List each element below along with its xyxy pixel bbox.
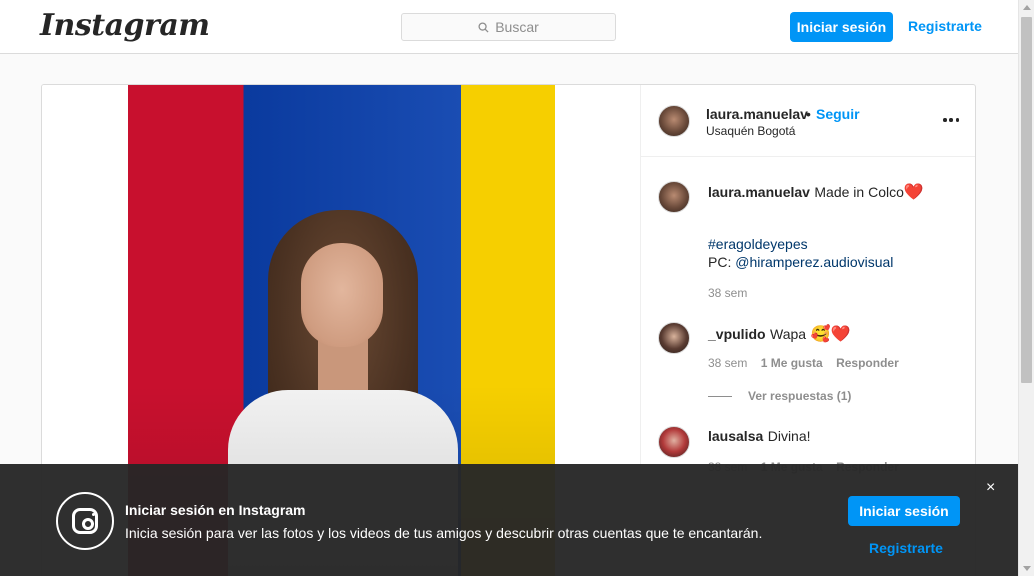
- search-placeholder: Buscar: [495, 19, 539, 35]
- register-link[interactable]: Registrarte: [908, 18, 982, 34]
- caption-username[interactable]: laura.manuelav: [708, 184, 810, 200]
- view-replies-button[interactable]: Ver respuestas (1): [708, 389, 851, 403]
- view-replies-label: Ver respuestas (1): [748, 389, 852, 403]
- search-input[interactable]: Buscar: [401, 13, 616, 41]
- caption-credit: PC: @hiramperez.audiovisual: [708, 254, 893, 272]
- reply-button[interactable]: Responder: [836, 356, 899, 370]
- credit-prefix: PC:: [708, 254, 736, 270]
- login-button[interactable]: Iniciar sesión: [790, 12, 893, 42]
- caption-text: Made in Colco: [814, 184, 904, 200]
- caption-hashtag[interactable]: #eragoldeyepes: [708, 236, 808, 252]
- instagram-icon: [56, 492, 114, 550]
- scroll-up-arrow-icon[interactable]: [1023, 5, 1031, 10]
- comment-meta: 38 sem 1 Me gusta Responder: [708, 356, 899, 370]
- post-header: laura.manuelav • Seguir Usaquén Bogotá: [641, 85, 975, 157]
- comment-emoji: 🥰❤️: [810, 326, 851, 343]
- caption-timestamp[interactable]: 38 sem: [708, 286, 747, 300]
- vertical-scrollbar[interactable]: [1018, 0, 1034, 576]
- more-options-icon[interactable]: [943, 118, 959, 122]
- caption: laura.manuelav Made in Colco❤️: [708, 182, 924, 202]
- comment-avatar[interactable]: [658, 322, 690, 354]
- comment-username[interactable]: lausalsa: [708, 428, 763, 444]
- scrollbar-thumb[interactable]: [1021, 17, 1032, 383]
- scroll-down-arrow-icon[interactable]: [1023, 566, 1031, 571]
- replies-divider: [708, 395, 732, 397]
- follow-button[interactable]: Seguir: [816, 106, 860, 122]
- top-navbar: Instagram Buscar Iniciar sesión Registra…: [0, 0, 1018, 54]
- search-icon: [478, 21, 489, 33]
- instagram-logo[interactable]: Instagram: [40, 8, 210, 43]
- post-location[interactable]: Usaquén Bogotá: [706, 124, 795, 138]
- caption-avatar[interactable]: [658, 181, 690, 213]
- banner-register-link[interactable]: Registrarte: [869, 540, 943, 556]
- separator-dot: •: [806, 106, 811, 122]
- comment-username[interactable]: _vpulido: [708, 326, 766, 342]
- banner-title: Iniciar sesión en Instagram: [125, 502, 306, 518]
- login-banner: Iniciar sesión en Instagram Inicia sesió…: [0, 464, 1018, 576]
- comment-avatar[interactable]: [658, 426, 690, 458]
- banner-subtitle: Inicia sesión para ver las fotos y los v…: [125, 525, 763, 541]
- close-icon[interactable]: ×: [986, 480, 995, 496]
- author-username[interactable]: laura.manuelav: [706, 106, 808, 122]
- banner-login-button[interactable]: Iniciar sesión: [848, 496, 960, 526]
- author-avatar[interactable]: [658, 105, 690, 137]
- comment: lausalsa Divina!: [708, 428, 811, 446]
- comment-timestamp[interactable]: 38 sem: [708, 356, 747, 370]
- comment-likes[interactable]: 1 Me gusta: [761, 356, 823, 370]
- caption-mention[interactable]: @hiramperez.audiovisual: [735, 254, 893, 270]
- comment-text: Divina!: [767, 428, 811, 444]
- comment: _vpulido Wapa 🥰❤️: [708, 324, 850, 344]
- comment-text: Wapa: [770, 326, 807, 342]
- heart-emoji: ❤️: [903, 184, 924, 201]
